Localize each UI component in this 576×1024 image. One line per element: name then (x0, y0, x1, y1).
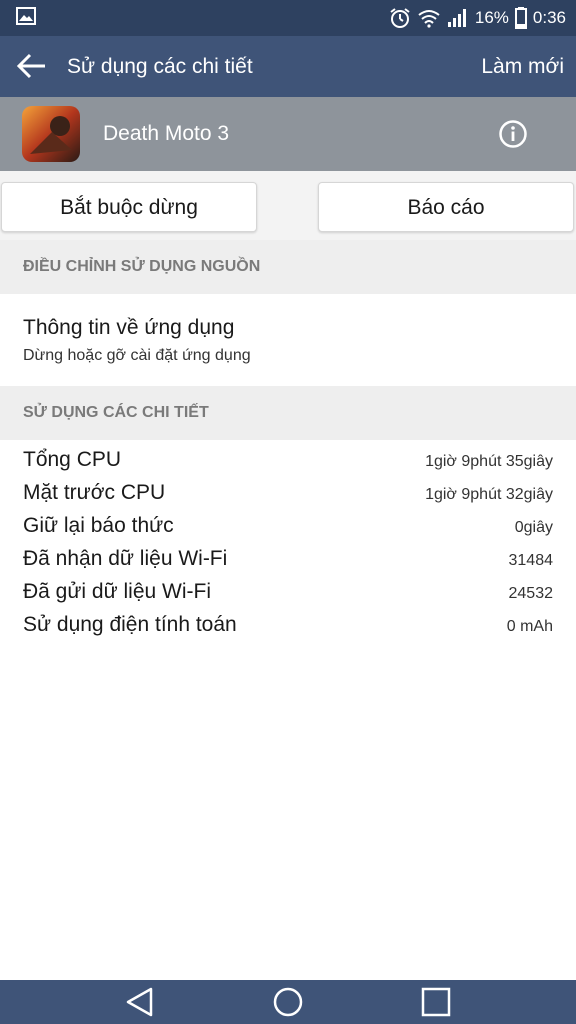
detail-value: 1giờ 9phút 32giây (425, 486, 553, 503)
app-info-subtitle: Dừng hoặc gỡ cài đặt ứng dụng (23, 347, 251, 364)
detail-value: 31484 (508, 552, 554, 569)
battery-percent: 16% (474, 8, 509, 27)
detail-row-computed-power: Sử dụng điện tính toán 0 mAh (0, 609, 576, 642)
detail-row-foreground-cpu: Mặt trước CPU 1giờ 9phút 32giây (0, 477, 576, 510)
detail-value: 24532 (508, 585, 554, 602)
app-header: Death Moto 3 (0, 97, 576, 171)
signal-icon (447, 9, 466, 27)
force-stop-button[interactable]: Bắt buộc dừng (1, 182, 257, 232)
page-title: Sử dụng các chi tiết (67, 55, 253, 78)
detail-row-total-cpu: Tổng CPU 1giờ 9phút 35giây (0, 444, 576, 477)
app-icon (22, 106, 80, 162)
usage-details-list: Tổng CPU 1giờ 9phút 35giây Mặt trước CPU… (0, 444, 576, 642)
app-bar: Sử dụng các chi tiết Làm mới (0, 36, 576, 97)
alarm-icon (390, 8, 410, 28)
detail-label: Giữ lại báo thức (23, 514, 174, 537)
clock: 0:36 (532, 8, 566, 27)
section-header-details: SỬ DỤNG CÁC CHI TIẾT (0, 386, 576, 440)
info-icon[interactable] (498, 119, 528, 149)
action-buttons: Bắt buộc dừng Báo cáo (0, 171, 576, 240)
gallery-icon (16, 7, 36, 25)
detail-label: Đã gửi dữ liệu Wi-Fi (23, 580, 211, 603)
section-header-power: ĐIỀU CHỈNH SỬ DỤNG NGUỒN (0, 240, 576, 294)
app-info-item[interactable]: Thông tin về ứng dụng Dừng hoặc gỡ cài đ… (0, 294, 576, 386)
refresh-button[interactable]: Làm mới (481, 36, 564, 97)
section-header-label: ĐIỀU CHỈNH SỬ DỤNG NGUỒN (23, 258, 261, 275)
detail-value: 0giây (514, 519, 553, 536)
detail-row-keep-awake: Giữ lại báo thức 0giây (0, 510, 576, 543)
detail-row-wifi-sent: Đã gửi dữ liệu Wi-Fi 24532 (0, 576, 576, 609)
app-info-title: Thông tin về ứng dụng (23, 316, 235, 339)
status-bar: 16% 0:36 (0, 0, 576, 36)
detail-value: 0 mAh (506, 618, 553, 635)
detail-label: Tổng CPU (23, 448, 122, 471)
recents-square-icon[interactable] (420, 986, 452, 1018)
navigation-bar (0, 980, 576, 1024)
arrow-left-icon[interactable] (16, 52, 48, 80)
detail-label: Mặt trước CPU (23, 481, 166, 504)
wifi-icon (418, 10, 440, 28)
app-name: Death Moto 3 (103, 122, 230, 145)
report-button[interactable]: Báo cáo (318, 182, 574, 232)
section-header-label: SỬ DỤNG CÁC CHI TIẾT (23, 404, 209, 421)
back-triangle-icon[interactable] (124, 986, 156, 1018)
detail-row-wifi-received: Đã nhận dữ liệu Wi-Fi 31484 (0, 543, 576, 576)
home-circle-icon[interactable] (272, 986, 304, 1018)
battery-icon (514, 7, 527, 29)
detail-label: Sử dụng điện tính toán (23, 613, 237, 636)
detail-value: 1giờ 9phút 35giây (425, 453, 553, 470)
detail-label: Đã nhận dữ liệu Wi-Fi (23, 547, 228, 570)
